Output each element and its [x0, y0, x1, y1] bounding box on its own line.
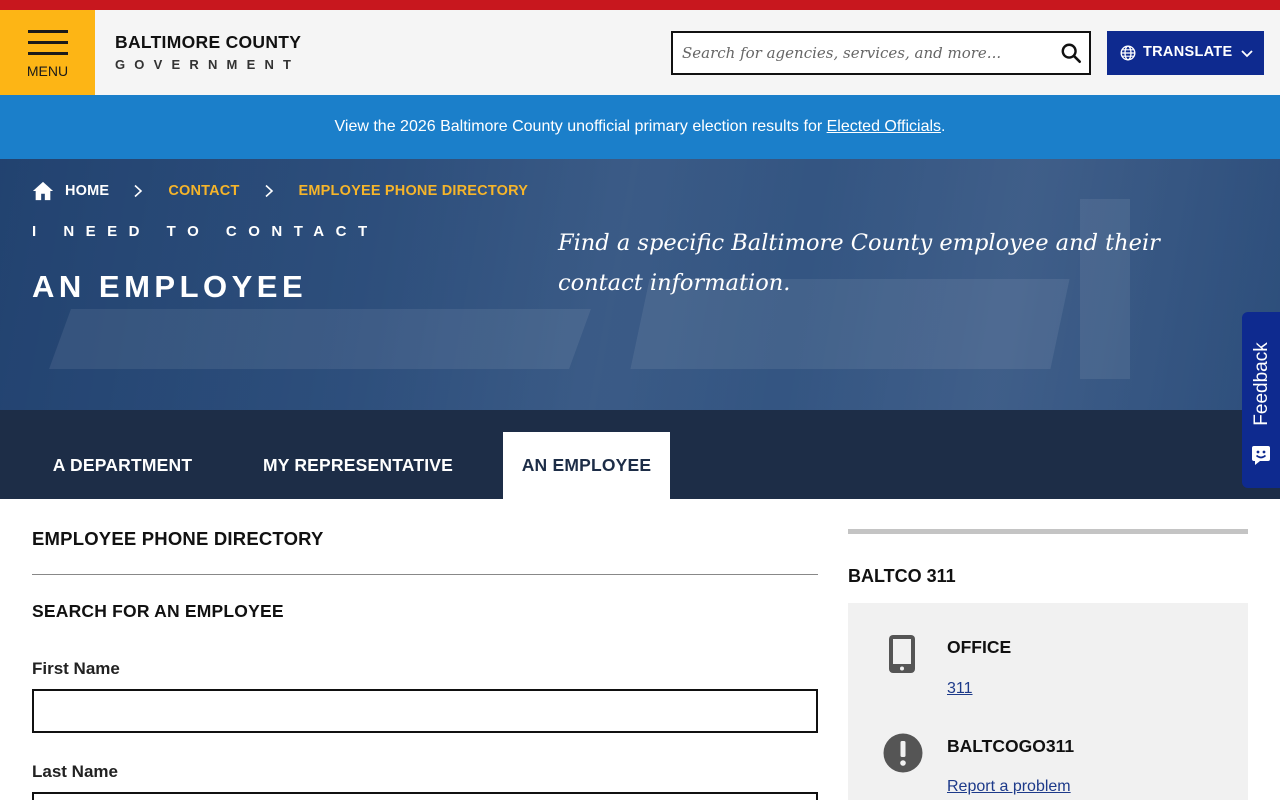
breadcrumb-employee-directory[interactable]: EMPLOYEE PHONE DIRECTORY — [299, 183, 529, 199]
page-title: AN EMPLOYEE — [32, 269, 308, 304]
feedback-button[interactable]: Feedback — [1242, 312, 1280, 488]
divider — [32, 574, 818, 575]
hero-banner: HOME CONTACT EMPLOYEE PHONE DIRECTORY I … — [0, 159, 1280, 410]
breadcrumb-home-label: HOME — [65, 183, 110, 199]
sidebar-title: BALTCO 311 — [848, 566, 956, 586]
last-name-label: Last Name — [32, 762, 118, 781]
chevron-right-icon — [134, 184, 143, 198]
site-header: MENU BALTIMORE COUNTY GOVERNMENT TRANSLA… — [0, 10, 1280, 95]
first-name-label: First Name — [32, 659, 120, 678]
tab-employee[interactable]: AN EMPLOYEE — [503, 432, 670, 499]
directory-title: EMPLOYEE PHONE DIRECTORY — [32, 528, 324, 549]
office-phone-link[interactable]: 311 — [947, 680, 973, 698]
site-logo[interactable]: BALTIMORE COUNTY GOVERNMENT — [115, 32, 301, 72]
brand-subtitle: GOVERNMENT — [115, 57, 301, 72]
breadcrumb-contact[interactable]: CONTACT — [168, 183, 239, 199]
first-name-field[interactable] — [32, 689, 818, 733]
home-icon — [32, 181, 54, 201]
contact-card: OFFICE 311 BALTCOGO311 Report a problem — [848, 603, 1248, 800]
menu-button[interactable]: MENU — [0, 10, 95, 95]
hero-kicker: I NEED TO CONTACT — [32, 223, 379, 240]
hamburger-icon — [28, 30, 68, 56]
exclamation-icon — [883, 733, 923, 773]
alert-text: View the 2026 Baltimore County unofficia… — [334, 118, 827, 135]
search-box — [671, 31, 1091, 75]
alert-suffix: . — [941, 118, 946, 135]
translate-label: TRANSLATE — [1143, 44, 1233, 60]
chevron-right-icon — [264, 184, 273, 198]
election-alert-banner: View the 2026 Baltimore County unofficia… — [0, 95, 1280, 159]
top-stripe — [0, 0, 1280, 10]
search-input[interactable] — [673, 33, 1053, 73]
tab-department[interactable]: A DEPARTMENT — [32, 432, 213, 499]
smiley-chat-icon — [1252, 446, 1270, 465]
contact-tabs: A DEPARTMENT MY REPRESENTATIVE AN EMPLOY… — [0, 410, 1280, 499]
baltcogo311-label: BALTCOGO311 — [947, 736, 1075, 756]
translate-button[interactable]: TRANSLATE — [1107, 31, 1264, 75]
feedback-label: Feedback — [1251, 342, 1272, 426]
hero-background-desk — [49, 309, 591, 369]
report-problem-link[interactable]: Report a problem — [947, 778, 1071, 796]
search-section-title: SEARCH FOR AN EMPLOYEE — [32, 601, 284, 621]
brand-name: BALTIMORE COUNTY — [115, 32, 302, 52]
menu-label: MENU — [26, 63, 69, 79]
breadcrumb-home[interactable]: HOME — [32, 180, 109, 202]
chevron-down-icon — [1241, 50, 1253, 58]
elected-officials-link[interactable]: Elected Officials — [827, 118, 941, 135]
tab-representative[interactable]: MY REPRESENTATIVE — [243, 432, 473, 499]
hero-description: Find a specific Baltimore County employe… — [558, 230, 1160, 296]
globe-icon — [1120, 45, 1136, 61]
office-label: OFFICE — [947, 637, 1012, 657]
mobile-phone-icon — [889, 635, 915, 673]
breadcrumb: HOME CONTACT EMPLOYEE PHONE DIRECTORY — [32, 177, 528, 205]
last-name-field[interactable] — [32, 792, 818, 800]
search-icon[interactable] — [1060, 42, 1082, 64]
sidebar-rule — [848, 529, 1248, 534]
